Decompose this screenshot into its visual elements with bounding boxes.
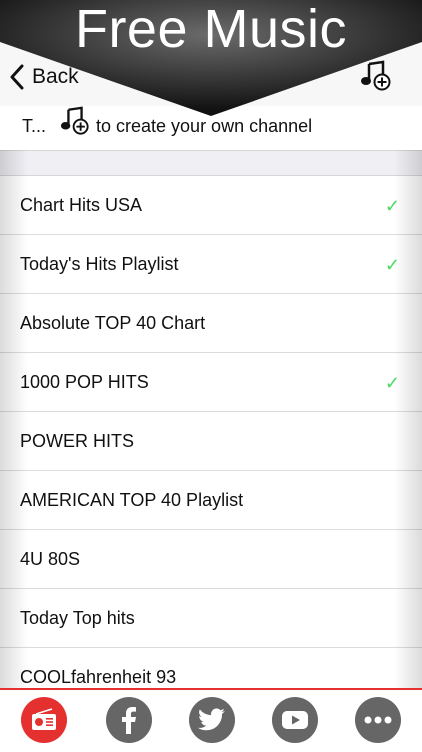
- back-button-label: Back: [32, 65, 79, 88]
- channel-row[interactable]: Today's Hits Playlist ✓: [0, 235, 422, 294]
- channel-row[interactable]: COOLfahrenheit 93: [0, 648, 422, 688]
- checkmark-icon: ✓: [384, 255, 400, 275]
- chevron-left-icon: [10, 64, 24, 90]
- channel-name: Today Top hits: [20, 607, 135, 628]
- channel-row[interactable]: POWER HITS: [0, 412, 422, 471]
- tab-twitter[interactable]: [189, 697, 235, 743]
- tab-facebook[interactable]: [106, 697, 152, 743]
- tab-radio[interactable]: [21, 697, 67, 743]
- channel-row[interactable]: 1000 POP HITS ✓: [0, 353, 422, 412]
- facebook-icon: [122, 707, 136, 734]
- music-note-plus-icon: [361, 60, 391, 91]
- channel-row[interactable]: AMERICAN TOP 40 Playlist: [0, 471, 422, 530]
- channel-row[interactable]: Chart Hits USA ✓: [0, 176, 422, 235]
- back-button[interactable]: Back: [10, 62, 79, 92]
- tab-youtube[interactable]: [272, 697, 318, 743]
- navigation-bar: Back: [0, 0, 422, 107]
- channel-row[interactable]: Today Top hits: [0, 589, 422, 648]
- channel-row[interactable]: 4U 80S: [0, 530, 422, 589]
- channel-name: Chart Hits USA: [20, 194, 143, 215]
- channel-name: AMERICAN TOP 40 Playlist: [20, 489, 244, 510]
- twitter-icon: [198, 708, 225, 731]
- tab-bar: [0, 688, 422, 752]
- channel-name: POWER HITS: [20, 430, 135, 451]
- hint-prefix: T...: [22, 116, 47, 136]
- radio-icon: [32, 708, 56, 730]
- hint-suffix: to create your own channel: [96, 116, 313, 136]
- more-icon: [364, 716, 392, 724]
- section-gap: [0, 151, 422, 176]
- channel-name: Absolute TOP 40 Chart: [20, 312, 206, 333]
- music-note-plus-icon: [60, 106, 89, 135]
- channel-name: COOLfahrenheit 93: [20, 666, 177, 687]
- checkmark-icon: ✓: [384, 196, 400, 216]
- channel-list: Chart Hits USA ✓ Today's Hits Playlist ✓ A…: [0, 176, 422, 688]
- channel-name: 4U 80S: [20, 548, 81, 569]
- channel-name: 1000 POP HITS: [20, 371, 149, 392]
- channel-row[interactable]: Absolute TOP 40 Chart: [0, 294, 422, 353]
- youtube-icon: [282, 711, 308, 729]
- add-channel-button[interactable]: [360, 60, 392, 92]
- checkmark-icon: ✓: [384, 373, 400, 393]
- tab-more[interactable]: [355, 697, 401, 743]
- channel-name: Today's Hits Playlist: [20, 253, 179, 274]
